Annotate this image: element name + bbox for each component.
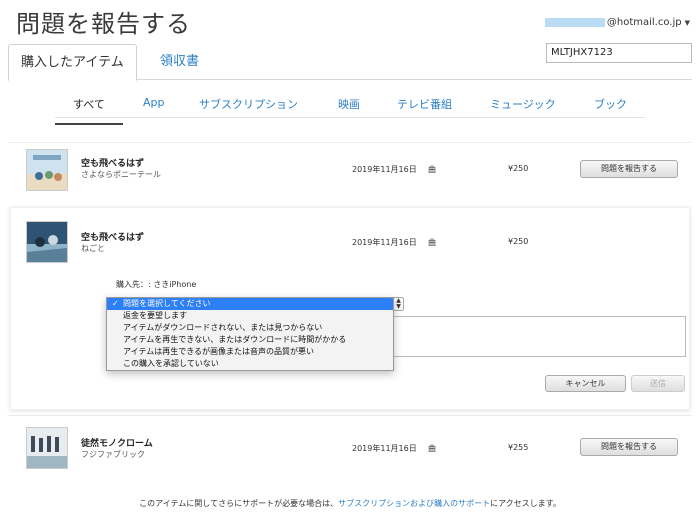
- problem-option[interactable]: アイテムを再生できない、またはダウンロードに時間がかかる: [107, 334, 393, 346]
- select-arrows-icon[interactable]: ▲ ▼: [393, 297, 404, 311]
- item-title: 空も飛べるはず: [81, 159, 145, 169]
- problem-option[interactable]: この購入を承認していない: [107, 358, 393, 370]
- problem-option[interactable]: アイテムは再生できるが画像または音声の品質が悪い: [107, 346, 393, 358]
- filter-app[interactable]: App: [143, 96, 165, 118]
- filter-music[interactable]: ミュージック: [490, 96, 556, 118]
- problem-option[interactable]: アイテムがダウンロードされない、または見つからない: [107, 322, 393, 334]
- row-divider: [8, 142, 692, 143]
- support-footer: このアイテムに関してさらにサポートが必要な場合は、サブスクリプションおよび購入の…: [139, 499, 561, 508]
- item-kind: 曲: [428, 238, 436, 247]
- album-artwork: [26, 427, 68, 469]
- redacted-email: [544, 18, 605, 27]
- problem-select-dropdown[interactable]: ✓ 問題を選択してください 返金を要望します アイテムがダウンロードされない、ま…: [106, 297, 394, 371]
- item-title: 空も飛べるはず: [81, 233, 145, 243]
- purchased-from-label: 購入先：: さきiPhone: [116, 280, 197, 289]
- filter-all[interactable]: すべて: [55, 96, 123, 125]
- filter-divider: [55, 117, 645, 118]
- row-divider: [8, 415, 692, 416]
- account-menu[interactable]: @hotmail.co.jp ▼: [544, 17, 690, 28]
- filter-tv[interactable]: テレビ番組: [397, 96, 452, 118]
- subscription-support-link[interactable]: サブスクリプションおよび購入のサポート: [338, 499, 490, 508]
- problem-option-selected[interactable]: ✓ 問題を選択してください: [107, 298, 393, 310]
- item-price: ¥250: [508, 237, 529, 246]
- order-search-input[interactable]: [546, 43, 692, 63]
- album-artwork: [26, 221, 68, 263]
- problem-option[interactable]: 返金を要望します: [107, 310, 393, 322]
- caret-down-icon: ▼: [684, 18, 690, 27]
- item-artist: ねごと: [81, 244, 105, 253]
- report-problem-button[interactable]: 問題を報告する: [580, 438, 678, 456]
- cancel-button[interactable]: キャンセル: [545, 375, 626, 392]
- item-artist: フジファブリック: [81, 450, 145, 459]
- item-price: ¥255: [508, 443, 529, 452]
- filter-subscription[interactable]: サブスクリプション: [199, 96, 298, 118]
- tab-receipts[interactable]: 領収書: [148, 44, 211, 79]
- item-kind: 曲: [428, 165, 436, 174]
- purchase-date: 2019年11月16日: [352, 444, 417, 453]
- tab-purchased-items[interactable]: 購入したアイテム: [8, 44, 137, 81]
- item-kind: 曲: [428, 444, 436, 453]
- filter-movies[interactable]: 映画: [338, 96, 360, 118]
- filter-books[interactable]: ブック: [594, 96, 627, 118]
- item-price: ¥250: [508, 164, 529, 173]
- item-artist: さよならポニーテール: [81, 170, 161, 179]
- purchase-date: 2019年11月16日: [352, 165, 417, 174]
- submit-button[interactable]: 送信: [631, 375, 685, 392]
- problem-description-field[interactable]: [392, 316, 686, 357]
- item-title: 徒然モノクローム: [81, 439, 153, 449]
- purchase-date: 2019年11月16日: [352, 238, 417, 247]
- album-artwork: [26, 149, 68, 191]
- page-title: 問題を報告する: [16, 10, 191, 38]
- report-problem-button[interactable]: 問題を報告する: [580, 160, 678, 178]
- account-email: @hotmail.co.jp: [606, 17, 682, 28]
- checkmark-icon: ✓: [112, 299, 119, 308]
